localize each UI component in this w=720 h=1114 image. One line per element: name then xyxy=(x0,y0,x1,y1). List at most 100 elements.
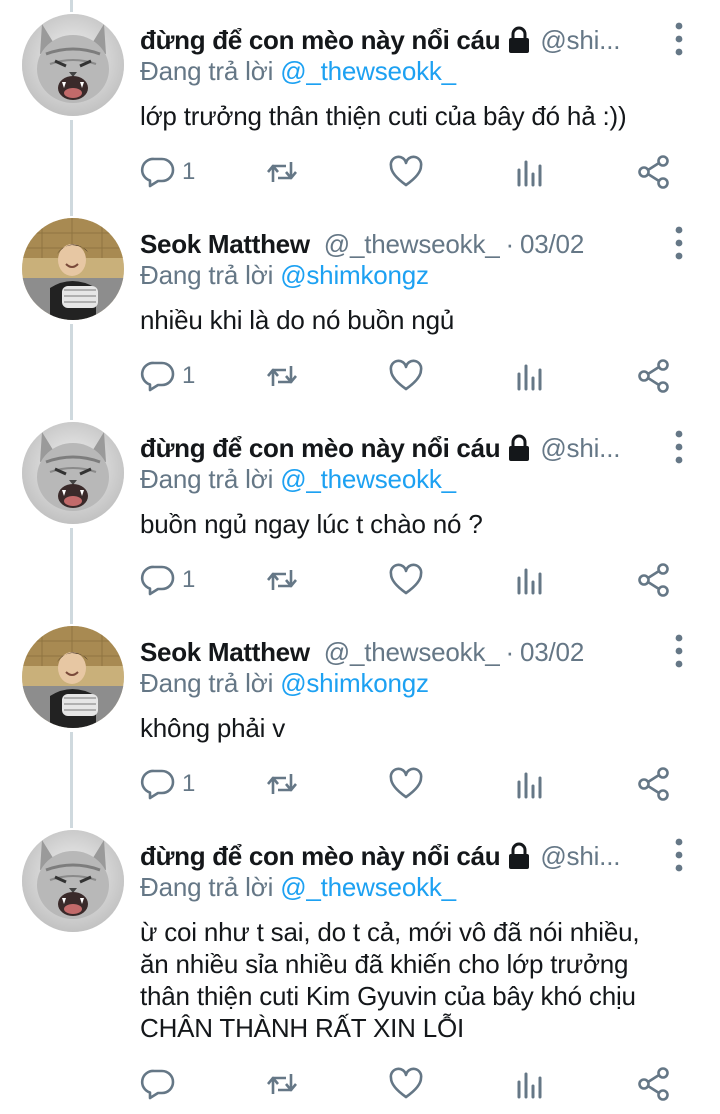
action-bar: 1 xyxy=(0,152,720,192)
share-button[interactable] xyxy=(636,764,672,804)
person-avatar-image xyxy=(22,626,124,728)
retweet-button[interactable] xyxy=(264,356,300,396)
like-button[interactable] xyxy=(388,1064,424,1104)
avatar[interactable] xyxy=(22,626,124,728)
reply-button[interactable] xyxy=(140,1064,182,1104)
retweet-icon xyxy=(264,766,300,802)
reply-to-mention[interactable]: @_thewseokk_ xyxy=(280,872,456,902)
reply-to-mention[interactable]: @_thewseokk_ xyxy=(280,464,456,494)
analytics-button[interactable] xyxy=(512,356,548,396)
lock-icon xyxy=(506,434,532,462)
handle[interactable]: @_thewseokk_ xyxy=(324,637,500,668)
timestamp[interactable]: 03/02 xyxy=(520,637,584,668)
tweet-text-line: không phải v xyxy=(140,713,286,743)
reply-prefix: Đang trả lời xyxy=(140,260,274,290)
reply-button[interactable]: 1 xyxy=(140,152,195,192)
avatar[interactable] xyxy=(22,422,124,524)
lock-icon xyxy=(506,842,532,870)
handle[interactable]: @shi... xyxy=(540,433,620,464)
heart-icon xyxy=(388,1066,424,1102)
like-button[interactable] xyxy=(388,764,424,804)
share-button[interactable] xyxy=(636,1064,672,1104)
tweet-header: đừng để con mèo này nổi cáu @shi... xyxy=(140,428,680,468)
share-icon xyxy=(636,154,672,190)
reply-button[interactable]: 1 xyxy=(140,356,195,396)
reply-context: Đang trả lời @_thewseokk_ xyxy=(140,464,456,495)
analytics-icon xyxy=(512,154,548,190)
analytics-icon xyxy=(512,766,548,802)
tweet-header: Seok Matthew @_thewseokk_ · 03/02 xyxy=(140,224,680,264)
reply-prefix: Đang trả lời xyxy=(140,464,274,494)
share-button[interactable] xyxy=(636,152,672,192)
tweet-text-line: lớp trưởng thân thiện cuti của bây đó hả… xyxy=(140,101,627,131)
more-options-icon[interactable] xyxy=(674,838,684,872)
analytics-icon xyxy=(512,358,548,394)
reply-icon xyxy=(140,562,176,598)
tweet-text: buồn ngủ ngay lúc t chào nó ? xyxy=(140,508,700,540)
action-bar: 1 xyxy=(0,356,720,396)
handle[interactable]: @shi... xyxy=(540,25,620,56)
avatar[interactable] xyxy=(22,830,124,932)
avatar[interactable] xyxy=(22,14,124,116)
retweet-icon xyxy=(264,562,300,598)
tweet[interactable]: đừng để con mèo này nổi cáu @shi... Đang… xyxy=(0,0,720,204)
retweet-button[interactable] xyxy=(264,1064,300,1104)
tweet-text: lớp trưởng thân thiện cuti của bây đó hả… xyxy=(140,100,700,132)
reply-count: 1 xyxy=(182,566,196,593)
tweet-text: nhiều khi là do nó buồn ngủ xyxy=(140,304,700,336)
reply-button[interactable]: 1 xyxy=(140,560,195,600)
reply-prefix: Đang trả lời xyxy=(140,668,274,698)
display-name[interactable]: đừng để con mèo này nổi cáu xyxy=(140,841,501,872)
tweet[interactable]: Seok Matthew @_thewseokk_ · 03/02 Đang t… xyxy=(0,204,720,408)
reply-context: Đang trả lời @shimkongz xyxy=(140,260,429,291)
analytics-button[interactable] xyxy=(512,152,548,192)
analytics-button[interactable] xyxy=(512,764,548,804)
analytics-button[interactable] xyxy=(512,1064,548,1104)
tweet-text-line: nhiều khi là do nó buồn ngủ xyxy=(140,305,455,335)
action-bar xyxy=(0,1064,720,1104)
like-button[interactable] xyxy=(388,356,424,396)
display-name[interactable]: đừng để con mèo này nổi cáu xyxy=(140,25,501,56)
tweet-text: không phải v xyxy=(140,712,700,744)
display-name[interactable]: Seok Matthew xyxy=(140,229,310,260)
action-bar: 1 xyxy=(0,764,720,804)
share-icon xyxy=(636,358,672,394)
more-options-icon[interactable] xyxy=(674,430,684,464)
heart-icon xyxy=(388,358,424,394)
reply-prefix: Đang trả lời xyxy=(140,872,274,902)
retweet-button[interactable] xyxy=(264,560,300,600)
reply-context: Đang trả lời @_thewseokk_ xyxy=(140,872,456,903)
like-button[interactable] xyxy=(388,152,424,192)
reply-button[interactable]: 1 xyxy=(140,764,195,804)
reply-count: 1 xyxy=(182,158,196,185)
tweet[interactable]: Seok Matthew @_thewseokk_ · 03/02 Đang t… xyxy=(0,612,720,816)
reply-icon xyxy=(140,154,176,190)
like-button[interactable] xyxy=(388,560,424,600)
reply-to-mention[interactable]: @shimkongz xyxy=(280,260,429,290)
tweet[interactable]: đừng để con mèo này nổi cáu @shi... Đang… xyxy=(0,816,720,1114)
share-button[interactable] xyxy=(636,560,672,600)
retweet-button[interactable] xyxy=(264,152,300,192)
tweet-text-line: ừ coi như t sai, do t cả, mới vô đã nói … xyxy=(140,917,640,947)
reply-to-mention[interactable]: @_thewseokk_ xyxy=(280,56,456,86)
tweet-text-line: CHÂN THÀNH RẤT XIN LỖI xyxy=(140,1013,465,1043)
tweet[interactable]: đừng để con mèo này nổi cáu @shi... Đang… xyxy=(0,408,720,612)
share-button[interactable] xyxy=(636,356,672,396)
retweet-button[interactable] xyxy=(264,764,300,804)
lock-icon xyxy=(506,26,532,54)
person-avatar-image xyxy=(22,218,124,320)
more-options-icon[interactable] xyxy=(674,22,684,56)
handle[interactable]: @_thewseokk_ xyxy=(324,229,500,260)
more-options-icon[interactable] xyxy=(674,226,684,260)
tweet-header: Seok Matthew @_thewseokk_ · 03/02 xyxy=(140,632,680,672)
display-name[interactable]: Seok Matthew xyxy=(140,637,310,668)
handle[interactable]: @shi... xyxy=(540,841,620,872)
timestamp[interactable]: 03/02 xyxy=(520,229,584,260)
retweet-icon xyxy=(264,154,300,190)
avatar[interactable] xyxy=(22,218,124,320)
reply-to-mention[interactable]: @shimkongz xyxy=(280,668,429,698)
action-bar: 1 xyxy=(0,560,720,600)
more-options-icon[interactable] xyxy=(674,634,684,668)
display-name[interactable]: đừng để con mèo này nổi cáu xyxy=(140,433,501,464)
analytics-button[interactable] xyxy=(512,560,548,600)
